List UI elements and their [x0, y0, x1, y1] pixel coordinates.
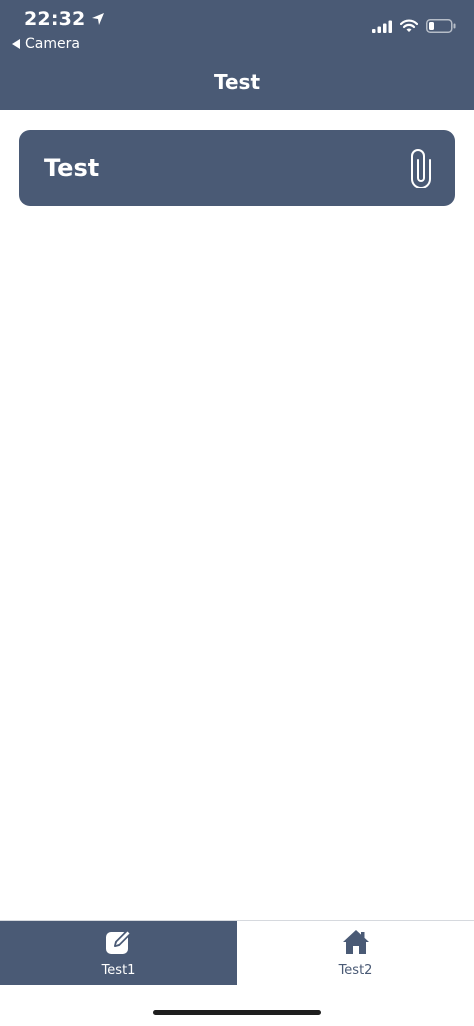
- tab-label: Test2: [338, 963, 373, 978]
- back-label: Camera: [25, 36, 80, 52]
- paperclip-icon[interactable]: [409, 148, 433, 189]
- test-card[interactable]: Test: [19, 130, 455, 206]
- navigation-header: 22:32 Camera Test: [0, 0, 474, 110]
- tab-label: Test1: [101, 963, 136, 978]
- home-indicator: [153, 1010, 321, 1015]
- back-arrow-icon: [12, 39, 20, 49]
- status-time: 22:32: [24, 8, 105, 30]
- back-to-camera-link[interactable]: Camera: [12, 36, 80, 52]
- card-title: Test: [44, 154, 100, 182]
- battery-icon: [426, 18, 456, 37]
- location-arrow-icon: [91, 12, 105, 26]
- edit-icon: [0, 929, 237, 955]
- status-icons: [372, 18, 456, 37]
- status-time-text: 22:32: [24, 8, 86, 30]
- tab-bar: Test1 Test2: [0, 920, 474, 985]
- wifi-icon: [399, 18, 419, 37]
- tab-test1[interactable]: Test1: [0, 921, 237, 985]
- home-icon: [237, 929, 474, 955]
- tab-test2[interactable]: Test2: [237, 921, 474, 985]
- signal-bars-icon: [372, 18, 392, 37]
- page-title: Test: [213, 70, 260, 94]
